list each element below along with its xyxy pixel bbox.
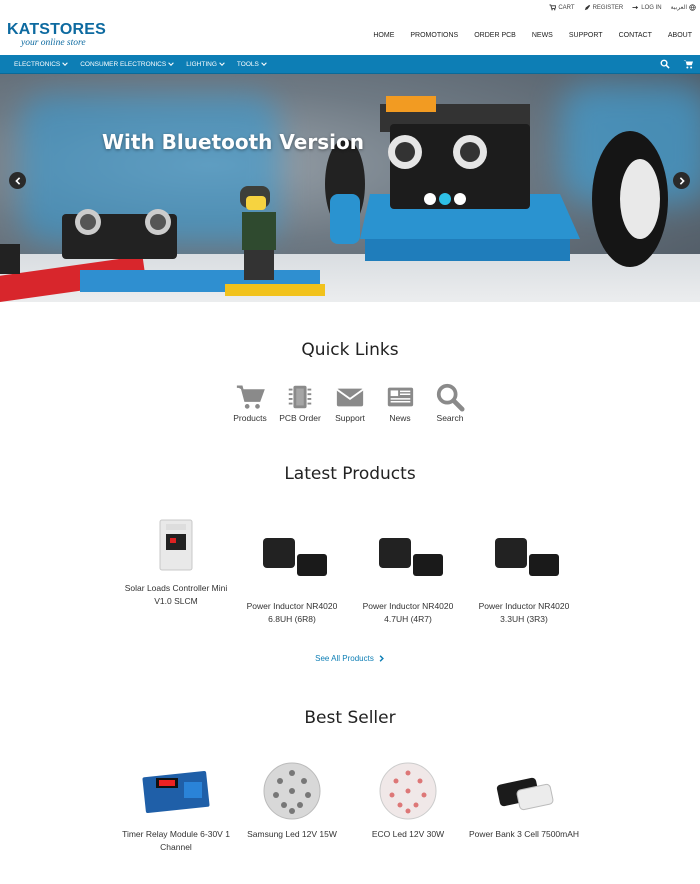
- chevron-down-icon: [62, 62, 69, 66]
- register-link[interactable]: REGISTER: [584, 4, 624, 11]
- product-image: [474, 756, 574, 826]
- product-image: [358, 510, 458, 598]
- globe-icon: [689, 4, 696, 11]
- category-label: CONSUMER ELECTRONICS: [80, 60, 167, 68]
- product-name: Samsung Led 12V 15W: [247, 829, 337, 839]
- language-link[interactable]: العربية: [671, 4, 696, 11]
- register-label: REGISTER: [592, 4, 624, 11]
- product-name: Solar Loads Controller Mini V1.0 SLCM: [124, 583, 228, 606]
- quick-link-pcb-order[interactable]: PCB Order: [279, 382, 321, 423]
- product-name: Timer Relay Module 6-30V 1 Channel: [122, 829, 230, 852]
- product-image: [126, 510, 226, 580]
- search-icon: [436, 383, 465, 412]
- language-label: العربية: [670, 5, 687, 11]
- chip-icon: [288, 385, 312, 409]
- quick-link-search[interactable]: Search: [433, 382, 467, 423]
- chevron-down-icon: [261, 62, 267, 66]
- pencil-icon: [584, 4, 590, 11]
- login-icon: [632, 5, 639, 10]
- product-image: [358, 756, 458, 826]
- newspaper-icon: [387, 387, 414, 407]
- product-card[interactable]: Samsung Led 12V 15W: [234, 756, 350, 854]
- product-card[interactable]: Timer Relay Module 6-30V 1 Channel: [118, 756, 234, 854]
- product-name: Power Bank 3 Cell 7500mAH: [468, 829, 580, 839]
- product-name: Power Inductor NR4020 3.3UH (3R3): [478, 601, 570, 624]
- cart-icon[interactable]: [683, 59, 693, 69]
- quick-link-news[interactable]: News: [383, 382, 417, 423]
- chevron-right-icon: [379, 655, 384, 662]
- product-image: [474, 510, 574, 598]
- category-electronics[interactable]: ELECTRONICS: [14, 60, 69, 68]
- category-label: LIGHTING: [186, 60, 217, 68]
- search-icon[interactable]: [660, 59, 670, 69]
- best-seller-list: Timer Relay Module 6-30V 1 Channel Samsu…: [0, 756, 700, 854]
- category-consumer-electronics[interactable]: CONSUMER ELECTRONICS: [80, 61, 174, 68]
- hero-title: With Bluetooth Version: [102, 130, 364, 154]
- quick-links: Products PCB Order Support News Search: [0, 382, 700, 423]
- logo-name: KATSTORES: [7, 20, 106, 38]
- hero-slider: With Bluetooth Version: [0, 74, 700, 302]
- quick-links-title: Quick Links: [301, 340, 399, 360]
- product-card[interactable]: Power Inductor NR4020 3.3UH (3R3): [466, 510, 582, 626]
- slider-next-button[interactable]: [673, 172, 690, 189]
- cart-icon: [236, 385, 265, 409]
- nav-contact[interactable]: CONTACT: [611, 32, 660, 39]
- login-label: LOG IN: [641, 4, 662, 11]
- product-card[interactable]: Power Inductor NR4020 4.7UH (4R7): [350, 510, 466, 626]
- product-image: [242, 510, 342, 598]
- product-name: Power Inductor NR4020 6.8UH (6R8): [246, 601, 338, 624]
- envelope-icon: [336, 388, 364, 407]
- product-card[interactable]: Power Bank 3 Cell 7500mAH: [466, 756, 582, 854]
- quick-link-label: PCB Order: [279, 413, 321, 423]
- site-logo[interactable]: KATSTORES your online store: [7, 20, 106, 49]
- quick-link-label: News: [389, 413, 411, 423]
- category-lighting[interactable]: LIGHTING: [186, 61, 225, 68]
- quick-link-label: Support: [335, 413, 365, 423]
- chevron-down-icon: [219, 62, 225, 66]
- quick-link-support[interactable]: Support: [333, 382, 367, 423]
- cart-label: CART: [558, 4, 575, 11]
- product-name: ECO Led 12V 30W: [371, 829, 445, 839]
- nav-promotions[interactable]: PROMOTIONS: [402, 32, 466, 39]
- category-tools[interactable]: TOOLS: [237, 61, 267, 68]
- nav-order-pcb[interactable]: ORDER PCB: [466, 32, 524, 39]
- chevron-right-icon: [679, 176, 685, 185]
- chevron-down-icon: [168, 62, 174, 66]
- category-label: TOOLS: [236, 60, 259, 68]
- latest-products-title: Latest Products: [284, 464, 416, 484]
- see-all-products-link[interactable]: See All Products: [0, 654, 700, 663]
- product-image: [242, 756, 342, 826]
- quick-link-label: Search: [436, 413, 464, 423]
- site-header: KATSTORES your online store HOME PROMOTI…: [0, 15, 700, 55]
- product-image: [126, 756, 226, 826]
- product-card[interactable]: Power Inductor NR4020 6.8UH (6R8): [234, 510, 350, 626]
- quick-link-products[interactable]: Products: [233, 382, 267, 423]
- nav-about[interactable]: ABOUT: [660, 32, 692, 39]
- hero-robot-image: [0, 96, 668, 302]
- latest-products-list: Solar Loads Controller Mini V1.0 SLCM Po…: [0, 510, 700, 626]
- main-nav: HOME PROMOTIONS ORDER PCB NEWS SUPPORT C…: [365, 32, 692, 39]
- product-card[interactable]: ECO Led 12V 30W: [350, 756, 466, 854]
- category-label: ELECTRONICS: [14, 60, 61, 68]
- product-card[interactable]: Solar Loads Controller Mini V1.0 SLCM: [118, 510, 234, 626]
- nav-home[interactable]: HOME: [365, 32, 402, 39]
- nav-support[interactable]: SUPPORT: [561, 32, 611, 39]
- nav-news[interactable]: NEWS: [524, 32, 561, 39]
- product-name: Power Inductor NR4020 4.7UH (4R7): [362, 601, 454, 624]
- best-seller-title: Best Seller: [304, 708, 396, 728]
- chevron-left-icon: [14, 176, 20, 185]
- logo-tagline: your online store: [21, 37, 86, 48]
- cart-icon: [549, 4, 557, 11]
- cart-link[interactable]: CART: [549, 4, 575, 11]
- see-all-label: See All Products: [315, 654, 374, 663]
- category-bar: ELECTRONICS CONSUMER ELECTRONICS LIGHTIN…: [0, 55, 700, 74]
- login-link[interactable]: LOG IN: [632, 4, 662, 11]
- slider-prev-button[interactable]: [9, 172, 26, 189]
- quick-link-label: Products: [233, 413, 267, 423]
- top-utility-bar: CART REGISTER LOG IN العربية: [0, 0, 700, 15]
